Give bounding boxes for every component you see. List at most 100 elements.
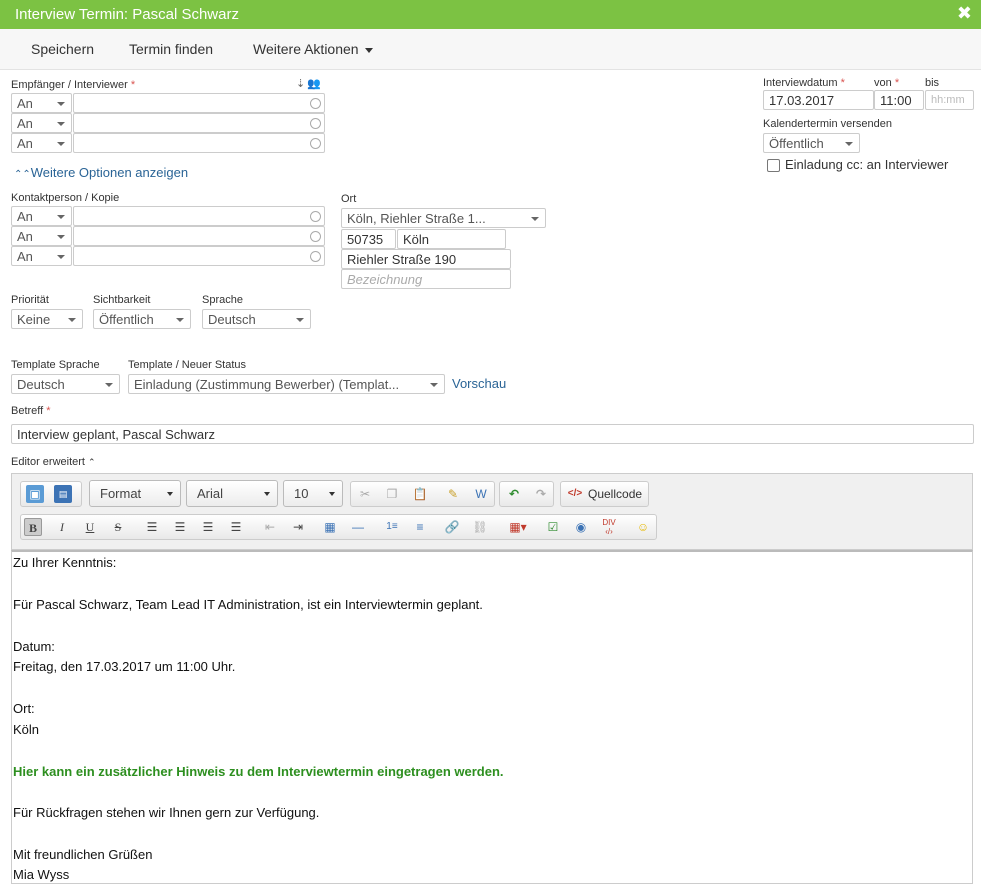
font-value: Arial [197,486,224,501]
template-language-select[interactable]: Deutsch [11,374,120,394]
unlink-icon[interactable]: ⛓ [471,518,489,536]
from-time-input[interactable]: 11:00 [874,90,924,110]
contact-type-select[interactable]: An [11,246,72,266]
window-titlebar: Interview Termin: Pascal Schwarz ✖ [0,0,981,29]
smiley-icon[interactable]: ☺ [634,518,652,536]
paste-icon[interactable]: 📋 [411,485,429,503]
to-label: bis [925,77,940,89]
preview-link[interactable]: Vorschau [452,376,506,391]
visibility-value: Öffentlich [99,312,154,327]
recipient-type-select[interactable]: An [11,133,72,153]
dropdown-arrow-icon [167,492,173,496]
radio-circle-icon[interactable] [310,231,321,242]
paste-word-icon[interactable]: W [472,485,490,503]
template-select[interactable]: Einladung (Zustimmung Bewerber) (Templat… [128,374,445,394]
toolbar-group: B I U S ☰ ☰ ☰ ☰ ⇤ ⇥ ▦ ― 1≡ ≡ 🔗 ⛓ ▦▾ ☑ ◉ … [20,514,657,540]
find-slot-button[interactable]: Termin finden [129,41,213,57]
dropdown-arrow-icon [296,318,304,322]
indent-icon[interactable]: ⇥ [289,518,307,536]
action-toolbar: Speichern Termin finden Weitere Aktionen [0,29,981,70]
horizontal-rule-icon[interactable]: ― [349,518,367,536]
radio-icon[interactable]: ◉ [572,518,590,536]
editor-content[interactable]: Zu Ihrer Kenntnis: Für Pascal Schwarz, T… [11,550,973,884]
numbered-list-icon[interactable]: 1≡ [383,518,401,536]
font-size-value: 10 [294,486,309,501]
recipient-input[interactable] [73,93,325,113]
dropdown-arrow-icon [264,492,270,496]
font-select[interactable]: Arial [186,480,278,507]
zip-input[interactable]: 50735 [341,229,396,249]
bold-icon[interactable]: B [24,518,42,536]
radio-circle-icon[interactable] [310,98,321,109]
city-input[interactable]: Köln [397,229,506,249]
recipient-type-select[interactable]: An [11,113,72,133]
flash-icon[interactable]: ▤ [54,485,72,503]
redo-icon[interactable]: ↷ [532,485,550,503]
contact-type-select[interactable]: An [11,226,72,246]
to-time-input[interactable]: hh:mm [925,90,974,110]
recipient-input[interactable] [73,133,325,153]
group-icon[interactable]: 👥 [307,77,321,90]
dropdown-arrow-icon [57,122,65,126]
undo-icon[interactable]: ↶ [505,485,523,503]
checkbox-icon[interactable]: ☑ [544,518,562,536]
align-center-icon[interactable]: ☰ [171,518,189,536]
contact-input[interactable] [73,206,325,226]
align-left-icon[interactable]: ☰ [143,518,161,536]
contact-type-select[interactable]: An [11,206,72,226]
radio-circle-icon[interactable] [310,251,321,262]
sort-icon[interactable]: ⇣ [296,77,305,90]
copy-icon[interactable]: ❐ [383,485,401,503]
location-select[interactable]: Köln, Riehler Straße 1... [341,208,546,228]
div-icon[interactable]: DIV ‹/› [600,518,618,536]
save-button[interactable]: Speichern [31,41,94,57]
source-button[interactable]: </> Quellcode [560,481,649,507]
cut-icon[interactable]: ✂ [356,485,374,503]
recipient-input[interactable] [73,113,325,133]
color-picker-icon[interactable]: ▦▾ [505,518,531,536]
close-icon[interactable]: ✖ [957,3,972,24]
contact-input[interactable] [73,226,325,246]
caret-down-icon [364,47,373,53]
format-select[interactable]: Format [89,480,181,507]
location-label: Ort [341,193,357,205]
blockquote-icon[interactable]: ▦ [321,518,339,536]
radio-circle-icon[interactable] [310,138,321,149]
editor-extended-label[interactable]: Editor erweitert ⌃ [11,456,96,468]
italic-icon[interactable]: I [53,518,71,536]
designation-input[interactable]: Bezeichnung [341,269,511,289]
recipients-label: Empfänger / Interviewer * [11,79,135,91]
link-icon[interactable]: 🔗 [443,518,461,536]
paste-text-icon[interactable]: ✎ [444,485,462,503]
language-select[interactable]: Deutsch [202,309,311,329]
required-marker: * [46,405,51,417]
align-right-icon[interactable]: ☰ [199,518,217,536]
strikethrough-icon[interactable]: S [109,518,127,536]
visibility-select[interactable]: Öffentlich [93,309,191,329]
template-label: Template / Neuer Status [128,359,247,371]
radio-circle-icon[interactable] [310,118,321,129]
priority-select[interactable]: Keine [11,309,83,329]
more-actions-button[interactable]: Weitere Aktionen [253,41,373,57]
interview-date-input[interactable]: 17.03.2017 [763,90,874,110]
bulleted-list-icon[interactable]: ≡ [411,518,429,536]
dropdown-arrow-icon [105,383,113,387]
subject-input[interactable]: Interview geplant, Pascal Schwarz [11,424,974,444]
font-size-select[interactable]: 10 [283,480,343,507]
recipient-type-select[interactable]: An [11,93,72,113]
editor-line: Zu Ihrer Kenntnis: [13,555,117,570]
contact-input[interactable] [73,246,325,266]
calendar-select[interactable]: Öffentlich [763,133,860,153]
image-icon[interactable]: ▣ [26,485,44,503]
radio-circle-icon[interactable] [310,211,321,222]
underline-icon[interactable]: U [81,518,99,536]
outdent-icon[interactable]: ⇤ [261,518,279,536]
street-input[interactable]: Riehler Straße 190 [341,249,511,269]
cc-interviewer-checkbox[interactable] [767,159,780,172]
more-options-link[interactable]: ⌃⌃Weitere Optionen anzeigen [14,165,188,180]
align-justify-icon[interactable]: ☰ [227,518,245,536]
toolbar-group: ▣ ▤ [20,481,82,507]
editor-line: Datum: [13,639,55,654]
calendar-value: Öffentlich [769,136,824,151]
subject-label: Betreff * [11,405,51,417]
